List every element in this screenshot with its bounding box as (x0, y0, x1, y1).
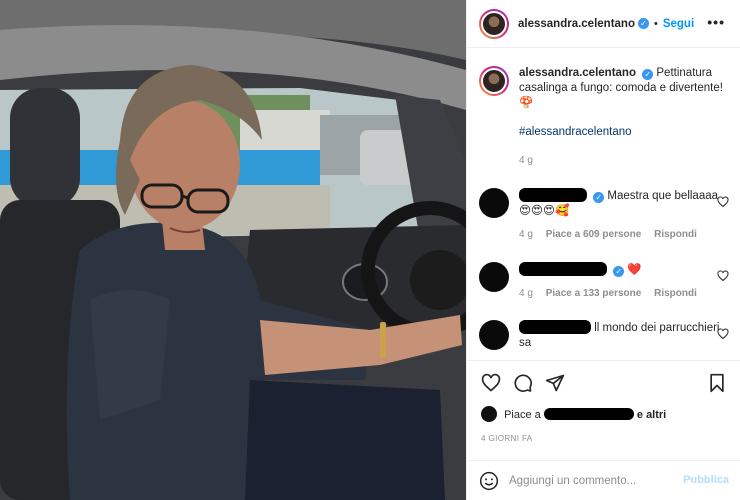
post-caption: alessandra.celentano ✓ Pettinatura casal… (479, 66, 729, 168)
avatar[interactable] (479, 8, 509, 39)
comment-likes[interactable]: Piace a 609 persone (546, 229, 642, 240)
instagram-post-window: alessandra.celentano ✓ • Segui ••• aless… (0, 0, 740, 500)
comment-icon[interactable] (513, 373, 533, 393)
comment-avatar[interactable] (479, 320, 509, 350)
post-photo[interactable] (0, 0, 466, 500)
post-header: alessandra.celentano ✓ • Segui ••• (467, 0, 740, 48)
comment-time: 4 g (519, 288, 533, 299)
mushroom-emoji: 🍄 (519, 97, 534, 109)
verified-badge-icon: ✓ (613, 266, 625, 277)
reply-button[interactable]: Rispondi (654, 288, 697, 299)
likes-summary[interactable]: Piace a e altri (481, 406, 666, 422)
avatar[interactable] (479, 66, 509, 96)
bookmark-icon[interactable] (707, 373, 727, 393)
caption-username[interactable]: alessandra.celentano (519, 67, 636, 79)
publish-button[interactable]: Pubblica (683, 474, 729, 486)
redacted-username (543, 408, 634, 420)
comment-input[interactable] (509, 474, 669, 487)
avatar (481, 406, 497, 422)
likes-prefix: Piace a (504, 409, 541, 421)
comment-item: ✓ ❤️ 4 g Piace a 133 persone Rispondi (479, 262, 729, 299)
share-icon[interactable] (545, 373, 565, 393)
comment-item: ✓ Maestra que bellaaaa 😍😍😍🥰 4 g Piace a … (479, 188, 729, 240)
comment-text: ❤️ (627, 264, 642, 276)
comment-likes[interactable]: Piace a 133 persone (546, 288, 642, 299)
post-actions-bar (467, 360, 740, 406)
verified-badge-icon: ✓ (637, 18, 649, 29)
header-separator: • (653, 17, 658, 30)
post-date: 4 GIORNI FA (481, 434, 533, 443)
verified-badge-icon: ✓ (593, 192, 605, 203)
heart-icon[interactable] (481, 373, 501, 393)
emoji-icon[interactable] (479, 471, 499, 491)
comment-avatar[interactable] (479, 262, 509, 292)
comment-item: ll mondo dei parrucchieri sa (479, 320, 729, 351)
heart-icon[interactable] (717, 196, 729, 208)
redacted-username (519, 320, 591, 334)
hashtag-link[interactable]: #alessandracelentano (519, 125, 729, 140)
heart-icon[interactable] (717, 328, 729, 340)
more-options-icon[interactable]: ••• (707, 14, 725, 30)
verified-badge-icon: ✓ (642, 69, 654, 80)
heart-icon[interactable] (717, 270, 729, 282)
redacted-username (519, 188, 587, 202)
post-side-panel: alessandra.celentano ✓ • Segui ••• aless… (466, 0, 740, 500)
add-comment-bar: Pubblica (467, 460, 740, 500)
photo-illustration (0, 0, 466, 500)
follow-button[interactable]: Segui (663, 18, 694, 30)
comment-time: 4 g (519, 229, 533, 240)
comment-avatar[interactable] (479, 188, 509, 218)
redacted-username (519, 262, 607, 276)
caption-time: 4 g (519, 155, 533, 166)
reply-button[interactable]: Rispondi (654, 229, 697, 240)
post-author-username[interactable]: alessandra.celentano (518, 18, 635, 30)
likes-suffix[interactable]: e altri (637, 409, 666, 421)
